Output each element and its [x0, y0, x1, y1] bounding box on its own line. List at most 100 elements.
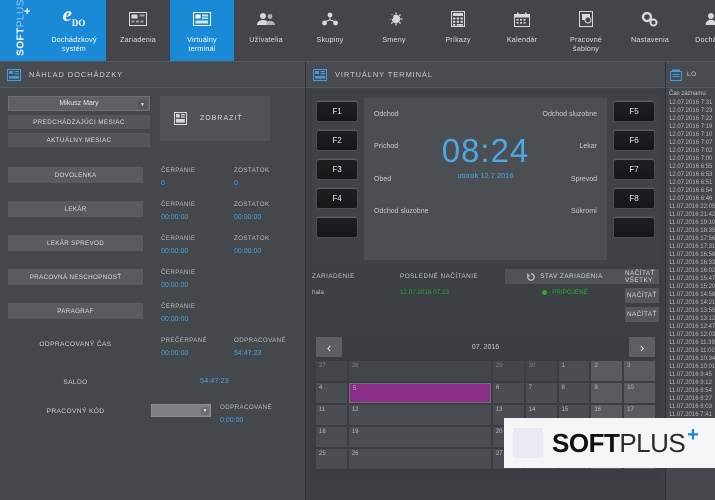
log-row[interactable]: 11.07.2016 12:03: [666, 331, 715, 339]
nav-item-virtual-terminal[interactable]: Virtuálnyterminál: [170, 0, 234, 61]
fkey-f2-button[interactable]: F2: [316, 129, 358, 151]
current-month-button[interactable]: AKTUÁLNY MESIAC: [8, 133, 150, 147]
fkey-f5-button[interactable]: F5: [613, 100, 655, 122]
calendar-day[interactable]: 10: [624, 383, 655, 403]
nav-item-devices[interactable]: Zariadenia: [106, 0, 170, 61]
log-row[interactable]: 11.07.2016 8:27: [666, 395, 715, 403]
calendar-day[interactable]: 7: [526, 383, 557, 403]
calendar-day[interactable]: 30: [526, 361, 557, 381]
calendar-day[interactable]: 1: [559, 361, 590, 381]
metric-button-doctor[interactable]: LEKÁR: [8, 201, 143, 217]
calendar-day[interactable]: 9: [591, 383, 622, 403]
calendar-day[interactable]: 25: [316, 449, 347, 469]
nav-item-work-templates[interactable]: Pracovnéšablóny: [554, 0, 618, 61]
log-row[interactable]: 11.07.2016 19:10: [666, 219, 715, 227]
fkey-blank-right-button[interactable]: [613, 216, 655, 238]
log-row[interactable]: 12.07.2016 6:53: [666, 171, 715, 179]
metric-button-sick-leave[interactable]: PRACOVNÁ NESCHOPNOSŤ: [8, 269, 143, 285]
fkey-f1-button[interactable]: F1: [316, 100, 358, 122]
calendar-day[interactable]: 6: [493, 383, 524, 403]
calendar-day[interactable]: 8: [559, 383, 590, 403]
log-row[interactable]: 11.07.2016 10:34: [666, 355, 715, 363]
metric-button-doctor-escort[interactable]: LEKÁR SPREVOD: [8, 235, 143, 251]
log-row[interactable]: 11.07.2016 18:35: [666, 227, 715, 235]
log-row[interactable]: 11.07.2016 14:58: [666, 291, 715, 299]
fkey-f6-label: Lekar: [579, 143, 597, 150]
log-row[interactable]: 11.07.2016 14:21: [666, 299, 715, 307]
log-row[interactable]: 11.07.2016 16:58: [666, 251, 715, 259]
log-row[interactable]: 11.07.2016 13:55: [666, 307, 715, 315]
fkey-f7-button[interactable]: F7: [613, 158, 655, 180]
log-row[interactable]: 11.07.2016 16:02: [666, 267, 715, 275]
calendar-day[interactable]: 11: [316, 405, 347, 425]
calendar-day[interactable]: 27: [316, 361, 347, 381]
log-row[interactable]: 11.07.2016 15:47: [666, 275, 715, 283]
device-status-button[interactable]: STAV ZARIADENIA: [505, 269, 625, 284]
log-row[interactable]: 12.07.2016 7:31: [666, 99, 715, 107]
metric-button-paragraph[interactable]: PARAGRAF: [8, 303, 143, 319]
attendance-preview-controls: Mikusz Mary ▼ PREDCHÁDZAJÚCI MESIAC AKTU…: [0, 88, 305, 147]
log-row[interactable]: 11.07.2016 21:42: [666, 211, 715, 219]
log-row[interactable]: 12.07.2016 6:55: [666, 163, 715, 171]
log-row[interactable]: 11.07.2016 13:12: [666, 315, 715, 323]
log-row[interactable]: 11.07.2016 15:20: [666, 283, 715, 291]
log-row[interactable]: 11.07.2016 16:33: [666, 259, 715, 267]
metric-button-vacation[interactable]: DOVOLENKA: [8, 167, 143, 183]
calendar-day[interactable]: 12: [349, 405, 491, 425]
calendar-day[interactable]: 5: [349, 383, 491, 403]
log-row[interactable]: 12.07.2016 7:19: [666, 123, 715, 131]
calendar-day[interactable]: 28: [349, 361, 491, 381]
fkey-f4-button[interactable]: F4: [316, 187, 358, 209]
previous-month-button[interactable]: PREDCHÁDZAJÚCI MESIAC: [8, 115, 150, 129]
log-list[interactable]: 12.07.2016 7:3112.07.2016 7:2312.07.2016…: [666, 99, 715, 427]
log-row[interactable]: 11.07.2016 8:54: [666, 387, 715, 395]
log-row[interactable]: 11.07.2016 12:47: [666, 323, 715, 331]
calendar-day[interactable]: 2: [591, 361, 622, 381]
log-row[interactable]: 12.07.2016 7:23: [666, 107, 715, 115]
show-button[interactable]: ZOBRAZIŤ: [160, 96, 270, 141]
read-button-2[interactable]: NAČÍTAŤ: [625, 307, 659, 322]
nav-item-groups[interactable]: Skupiny: [298, 0, 362, 61]
nav-item-users[interactable]: Užívatelia: [234, 0, 298, 61]
nav-item-attendance[interactable]: Dochádzka: [682, 0, 715, 61]
nav-item-attendance-system[interactable]: eDO Dochádzkovýsystém: [42, 0, 106, 61]
log-row[interactable]: 11.07.2016 11:39: [666, 339, 715, 347]
nav-item-shifts[interactable]: Smeny: [362, 0, 426, 61]
fkey-f3-button[interactable]: F3: [316, 158, 358, 180]
read-button-1[interactable]: NAČÍTAŤ: [625, 288, 659, 303]
fkey-f8-button[interactable]: F8: [613, 187, 655, 209]
calendar-day[interactable]: 26: [349, 449, 491, 469]
calendar-prev-button[interactable]: ‹: [316, 337, 342, 357]
log-icon: [670, 69, 682, 81]
calendar-day[interactable]: 4: [316, 383, 347, 403]
user-select[interactable]: Mikusz Mary ▼: [8, 96, 150, 111]
fkey-f6-button[interactable]: F6: [613, 129, 655, 151]
log-row[interactable]: 11.07.2016 11:02: [666, 347, 715, 355]
log-row[interactable]: 12.07.2016 7:22: [666, 115, 715, 123]
log-row[interactable]: 12.07.2016 7:00: [666, 155, 715, 163]
log-row[interactable]: 12.07.2016 6:54: [666, 187, 715, 195]
log-row[interactable]: 12.07.2016 7:10: [666, 131, 715, 139]
log-row[interactable]: 11.07.2016 10:01: [666, 363, 715, 371]
calendar-day[interactable]: 19: [349, 427, 491, 447]
work-code-select[interactable]: ▼: [151, 404, 211, 417]
log-row[interactable]: 12.07.2016 7:02: [666, 147, 715, 155]
nav-item-settings[interactable]: Nastavenia: [618, 0, 682, 61]
log-row[interactable]: 11.07.2016 9:12: [666, 379, 715, 387]
fkey-blank-left-button[interactable]: [316, 216, 358, 238]
log-row[interactable]: 12.07.2016 6:46: [666, 195, 715, 203]
log-row[interactable]: 11.07.2016 17:56: [666, 235, 715, 243]
log-row[interactable]: 12.07.2016 7:07: [666, 139, 715, 147]
read-all-button[interactable]: NAČÍTAŤ VŠETKY: [625, 269, 659, 284]
log-row[interactable]: 11.07.2016 8:03: [666, 403, 715, 411]
log-row[interactable]: 11.07.2016 9:45: [666, 371, 715, 379]
calendar-day[interactable]: 3: [624, 361, 655, 381]
nav-item-calendar[interactable]: Kalendár: [490, 0, 554, 61]
calendar-day[interactable]: 18: [316, 427, 347, 447]
nav-item-commands[interactable]: Príkazy: [426, 0, 490, 61]
log-row[interactable]: 12.07.2016 6:51: [666, 179, 715, 187]
log-row[interactable]: 11.07.2016 22:05: [666, 203, 715, 211]
log-row[interactable]: 11.07.2016 17:31: [666, 243, 715, 251]
calendar-day[interactable]: 29: [493, 361, 524, 381]
calendar-next-button[interactable]: ›: [629, 337, 655, 357]
